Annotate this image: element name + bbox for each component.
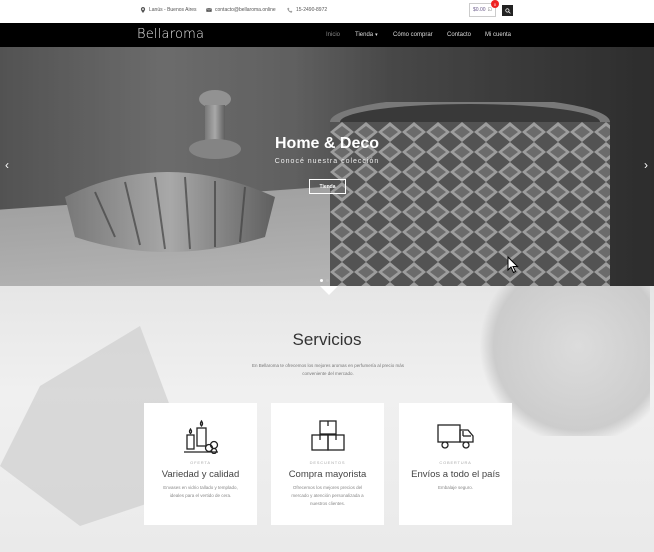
service-text: Embalaje seguro.: [437, 485, 474, 490]
service-text: Envases en vidrio tallado y templado, id…: [163, 485, 238, 498]
nav-item-tienda[interactable]: Tienda ▾: [355, 32, 378, 38]
services-description: En Bellaroma te ofrecemos los mejores ar…: [251, 363, 405, 376]
service-card-envios: COBERTURA Envíos a todo el país Embalaje…: [399, 403, 512, 525]
hero-overlay: [0, 47, 654, 286]
boxes-icon: [311, 420, 345, 451]
cart-button[interactable]: $0.00 ⊡ 0: [469, 0, 499, 17]
service-category: COBERTURA: [439, 460, 472, 465]
nav-item-inicio[interactable]: Inicio: [326, 32, 340, 38]
hero-title: Home & Deco: [274, 135, 380, 152]
site-logo[interactable]: Bellaroma: [137, 27, 204, 42]
service-text: Ofrecemos los mejores precios del mercad…: [291, 485, 364, 506]
service-title: Envíos a todo el país: [411, 469, 500, 480]
next-slide-arrow-icon[interactable]: ›: [644, 158, 648, 172]
slider-dot[interactable]: [320, 279, 323, 282]
service-title: Variedad y calidad: [161, 469, 240, 480]
service-category: OFERTA: [190, 460, 211, 465]
service-card-variedad: OFERTA Variedad y calidad Envases en vid…: [144, 403, 257, 525]
hero-slider: Home & Deco Conocé nuestra colección Tie…: [0, 47, 654, 286]
map-pin-icon: [140, 7, 146, 13]
candles-icon: [184, 419, 219, 454]
nav-item-tienda-label: Tienda: [355, 32, 374, 38]
location-info: Lanús - Buenos Aires: [140, 7, 197, 13]
location-text: Lanús - Buenos Aires: [149, 7, 197, 13]
section-notch: [320, 286, 338, 295]
service-category: DESCUENTOS: [309, 460, 346, 465]
mouse-cursor-icon: [507, 256, 519, 274]
cart-icon: ⊡: [487, 7, 492, 13]
prev-slide-arrow-icon[interactable]: ‹: [5, 158, 9, 172]
search-button[interactable]: [502, 5, 513, 16]
slider-dots: [320, 279, 329, 282]
cart-count-badge: 0: [491, 0, 499, 8]
service-card-mayorista: DESCUENTOS Compra mayorista Ofrecemos lo…: [271, 403, 384, 525]
contact-topbar: Lanús - Buenos Aires contacto@bellaroma.…: [0, 0, 654, 23]
phone-info[interactable]: 15-2490-8972: [287, 7, 327, 13]
email-info[interactable]: contacto@bellaroma.online: [206, 7, 276, 13]
nav-item-mi-cuenta[interactable]: Mi cuenta: [485, 32, 511, 38]
service-title: Compra mayorista: [288, 469, 367, 480]
cart-total: $0.00: [473, 7, 486, 13]
email-link[interactable]: contacto@bellaroma.online: [215, 7, 276, 13]
main-navbar: Bellaroma Inicio Tienda ▾ Cómo comprar Co…: [0, 23, 654, 47]
nav-item-como-comprar[interactable]: Cómo comprar: [393, 32, 433, 38]
phone-icon: [287, 7, 293, 13]
shop-button[interactable]: Tienda: [309, 179, 346, 194]
services-title: Servicios: [292, 330, 362, 349]
phone-text[interactable]: 15-2490-8972: [296, 7, 327, 13]
nav-item-contacto[interactable]: Contacto: [447, 32, 471, 38]
slider-dot[interactable]: [326, 279, 329, 282]
services-section: Servicios En Bellaroma te ofrecemos los …: [0, 286, 654, 552]
envelope-icon: [206, 8, 212, 12]
search-icon: [504, 7, 511, 14]
hero-subtitle: Conocé nuestra colección: [274, 158, 380, 165]
chevron-down-icon: ▾: [375, 32, 378, 38]
truck-icon: [437, 424, 474, 449]
